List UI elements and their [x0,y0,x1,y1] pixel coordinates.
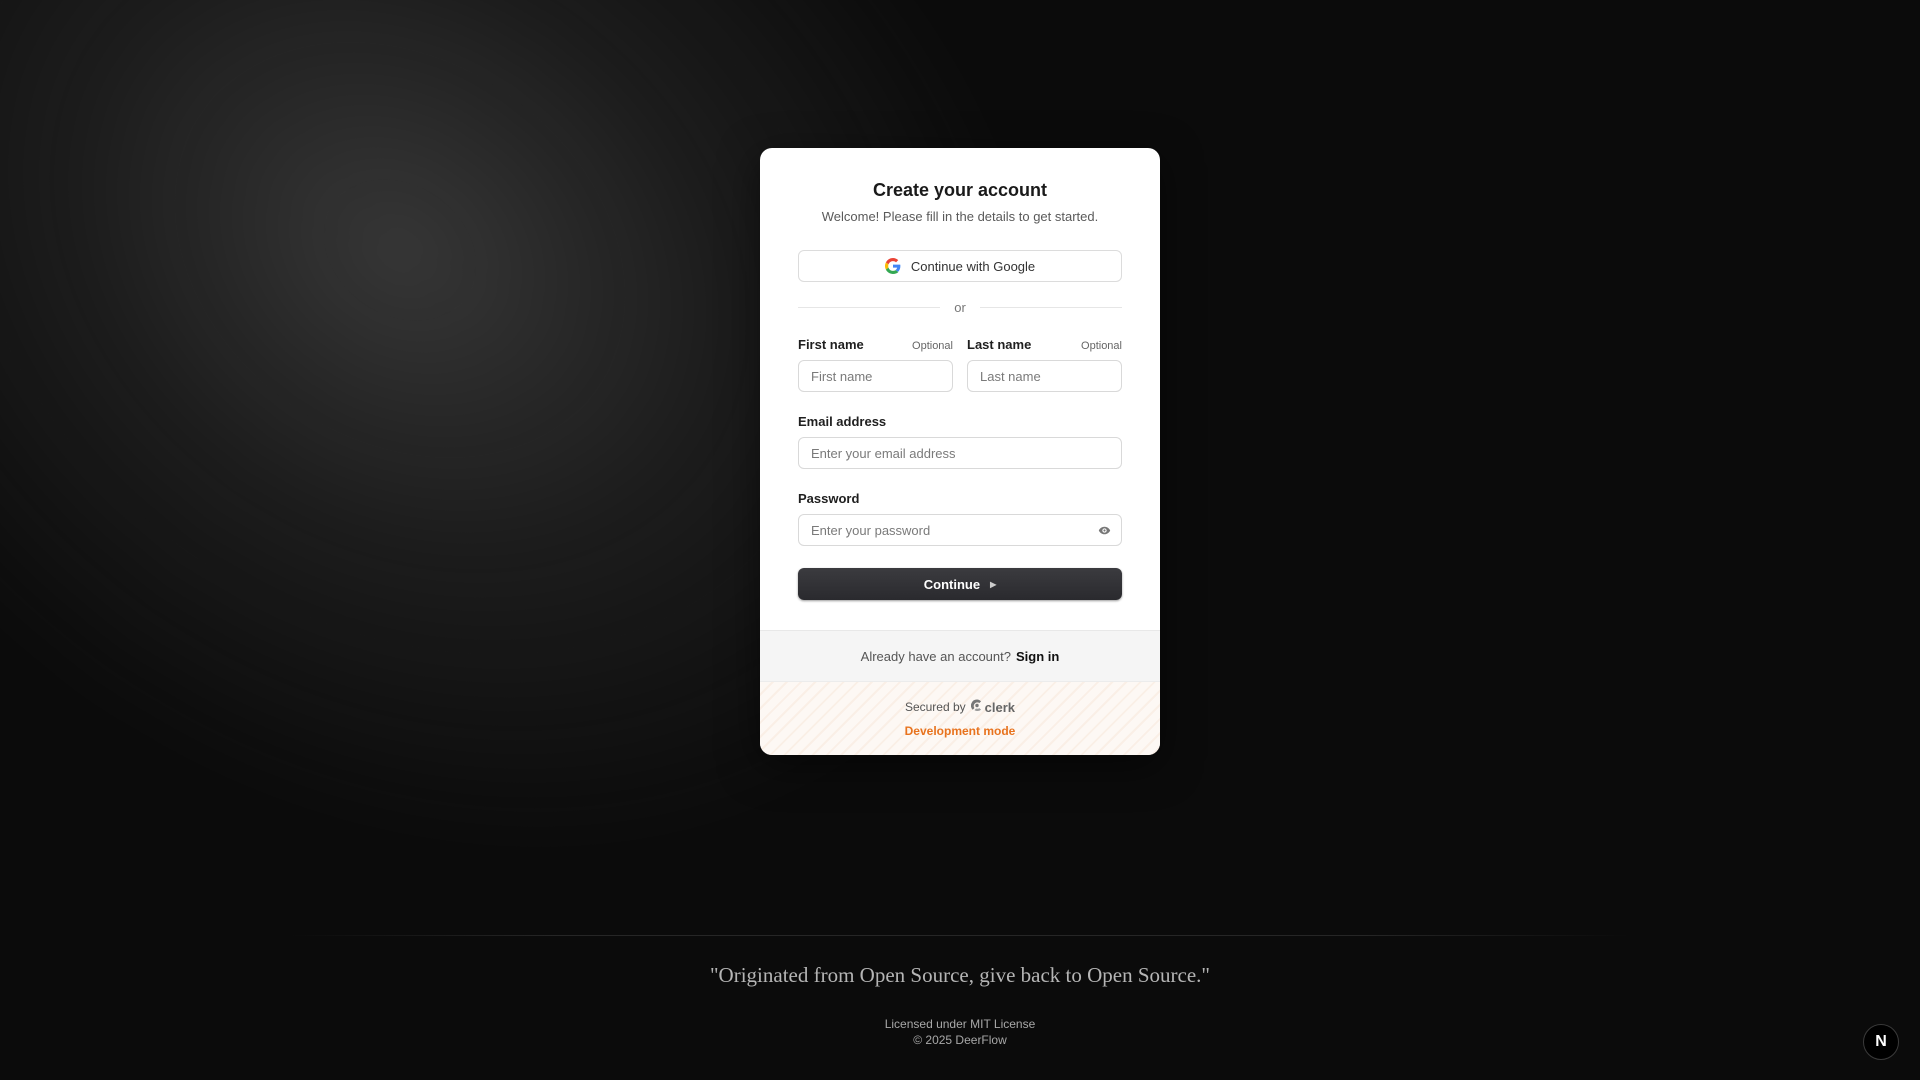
development-mode-badge: Development mode [904,724,1016,738]
first-name-field: First name Optional [798,337,953,392]
name-row: First name Optional Last name Optional [798,337,1122,414]
secured-by-line: Secured by clerk [905,699,1015,715]
secured-by-text: Secured by [904,700,966,714]
last-name-label: Last name [967,337,1032,352]
secured-by-section: Secured by clerk Development mode [760,681,1160,755]
password-input[interactable] [798,514,1122,546]
signup-form: Create your account Welcome! Please fill… [760,148,1160,630]
email-label: Email address [798,414,887,429]
email-input[interactable] [798,437,1122,469]
caret-right-icon: ▶ [990,579,997,589]
first-name-label-row: First name Optional [798,337,953,352]
sign-in-link[interactable]: Sign in [1016,649,1059,664]
password-field: Password [798,491,1122,546]
signup-card: Create your account Welcome! Please fill… [760,148,1160,755]
footer-divider [290,935,1630,936]
password-label: Password [798,491,860,506]
license-text: Licensed under MIT License [884,1017,1036,1031]
form-title: Create your account [872,180,1048,200]
copyright-text: © 2025 DeerFlow [913,1033,1007,1047]
divider-line-left [798,307,941,308]
footer-quote: "Originated from Open Source, give back … [709,963,1210,987]
google-button-label: Continue with Google [910,258,1036,274]
clerk-brand-text: clerk [984,699,1016,715]
signin-prompt: Already have an account? Sign in [760,630,1160,681]
last-name-field: Last name Optional [967,337,1122,392]
password-input-wrap [798,514,1122,546]
first-name-label: First name [798,337,864,352]
divider-line-right [979,307,1122,308]
form-subtitle: Welcome! Please fill in the details to g… [821,209,1099,224]
google-icon [884,258,901,274]
first-name-input[interactable] [798,360,953,392]
password-label-row: Password [798,491,1122,506]
footer-license: Licensed under MIT License © 2025 DeerFl… [0,1016,1920,1048]
divider-text: or [954,300,966,315]
or-divider: or [798,300,1122,315]
last-name-optional: Optional [1081,340,1122,352]
last-name-input[interactable] [967,360,1122,392]
clerk-logo[interactable]: clerk [970,699,1016,715]
nextjs-icon[interactable]: N [1863,1024,1899,1060]
continue-button-label: Continue [923,576,981,592]
email-label-row: Email address [798,414,1122,429]
last-name-label-row: Last name Optional [967,337,1122,352]
signin-prompt-text: Already have an account? [860,648,1011,664]
continue-button[interactable]: Continue ▶ [798,568,1122,600]
first-name-optional: Optional [912,340,953,352]
email-field: Email address [798,414,1122,469]
eye-icon[interactable] [1096,522,1112,538]
continue-with-google-button[interactable]: Continue with Google [798,250,1122,282]
nextjs-badge-letter: N [1875,1033,1887,1050]
clerk-logo-icon [970,699,983,715]
